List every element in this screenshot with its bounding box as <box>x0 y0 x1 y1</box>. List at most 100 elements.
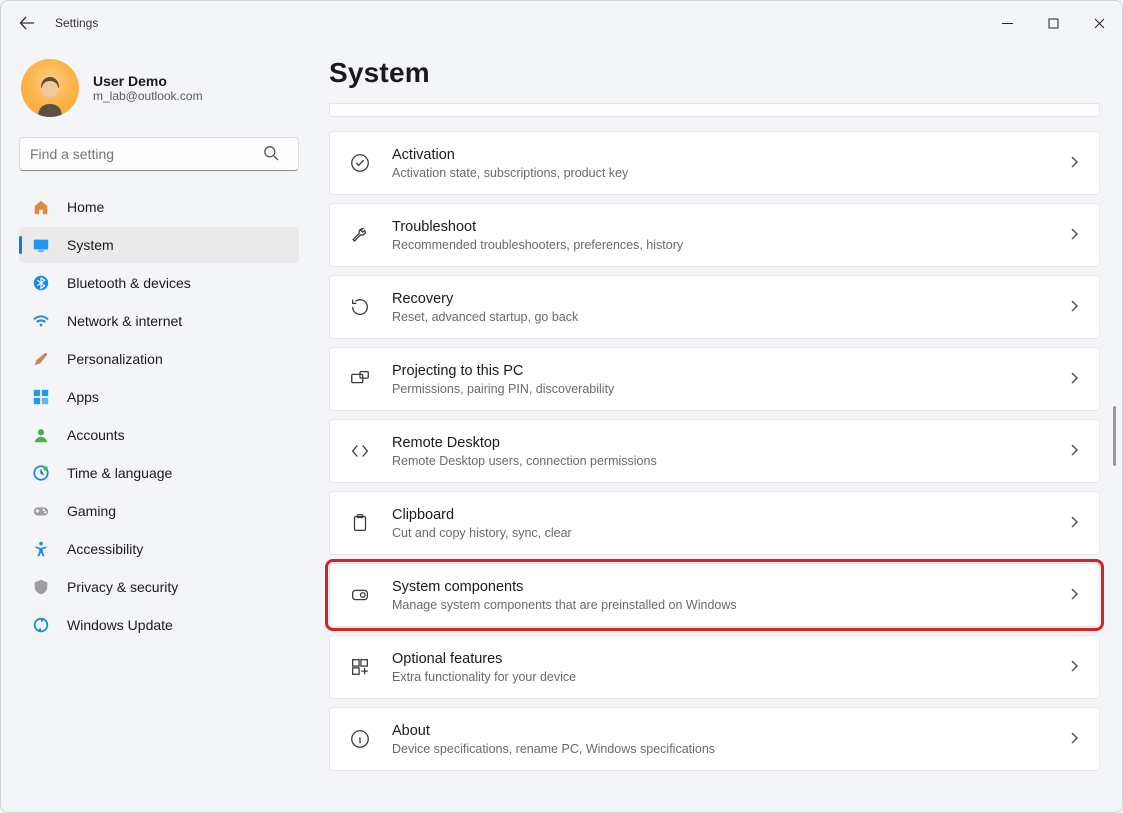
back-button[interactable] <box>15 15 39 31</box>
minimize-button[interactable] <box>984 7 1030 39</box>
card-desc: Device specifications, rename PC, Window… <box>392 742 1047 756</box>
nav-label: Windows Update <box>67 617 173 633</box>
apps-icon <box>31 387 51 407</box>
close-button[interactable] <box>1076 7 1122 39</box>
card-activation[interactable]: Activation Activation state, subscriptio… <box>329 131 1100 195</box>
card-about[interactable]: About Device specifications, rename PC, … <box>329 707 1100 771</box>
nav-bluetooth[interactable]: Bluetooth & devices <box>19 265 299 301</box>
nav-network[interactable]: Network & internet <box>19 303 299 339</box>
nav-home[interactable]: Home <box>19 189 299 225</box>
update-icon <box>31 615 51 635</box>
nav-label: Network & internet <box>67 313 182 329</box>
nav-label: Personalization <box>67 351 163 367</box>
card-partial[interactable] <box>329 103 1100 117</box>
card-title: Remote Desktop <box>392 434 1047 453</box>
clipboard-icon <box>348 511 372 535</box>
card-optional-features[interactable]: Optional features Extra functionality fo… <box>329 635 1100 699</box>
nav-system[interactable]: System <box>19 227 299 263</box>
chevron-right-icon <box>1067 587 1081 604</box>
system-icon <box>31 235 51 255</box>
main-content: System Activation Activation state, subs… <box>311 45 1122 812</box>
card-desc: Reset, advanced startup, go back <box>392 310 1047 324</box>
card-system-components[interactable]: System components Manage system componen… <box>329 563 1100 627</box>
nav-label: System <box>67 237 114 253</box>
card-title: Troubleshoot <box>392 218 1047 237</box>
page-title: System <box>329 57 1100 89</box>
nav-gaming[interactable]: Gaming <box>19 493 299 529</box>
avatar <box>21 59 79 117</box>
card-list: Activation Activation state, subscriptio… <box>329 131 1100 775</box>
card-title: Clipboard <box>392 506 1047 525</box>
nav-apps[interactable]: Apps <box>19 379 299 415</box>
nav-label: Home <box>67 199 104 215</box>
card-title: Recovery <box>392 290 1047 309</box>
nav-label: Apps <box>67 389 99 405</box>
card-title: Activation <box>392 146 1047 165</box>
card-desc: Recommended troubleshooters, preferences… <box>392 238 1047 252</box>
card-desc: Manage system components that are preins… <box>392 598 1047 612</box>
search-box[interactable] <box>19 137 299 171</box>
titlebar: Settings <box>1 1 1122 45</box>
user-name: User Demo <box>93 73 203 89</box>
nav-label: Bluetooth & devices <box>67 275 191 291</box>
card-desc: Remote Desktop users, connection permiss… <box>392 454 1047 468</box>
card-troubleshoot[interactable]: Troubleshoot Recommended troubleshooters… <box>329 203 1100 267</box>
nav-accounts[interactable]: Accounts <box>19 417 299 453</box>
gaming-icon <box>31 501 51 521</box>
card-title: System components <box>392 578 1047 597</box>
sidebar: User Demo m_lab@outlook.com Home System … <box>1 45 311 812</box>
card-title: Projecting to this PC <box>392 362 1047 381</box>
account-icon <box>31 425 51 445</box>
nav-windows-update[interactable]: Windows Update <box>19 607 299 643</box>
card-title: About <box>392 722 1047 741</box>
chevron-right-icon <box>1067 155 1081 172</box>
accessibility-icon <box>31 539 51 559</box>
bluetooth-icon <box>31 273 51 293</box>
remote-icon <box>348 439 372 463</box>
search-input[interactable] <box>19 137 299 171</box>
chevron-right-icon <box>1067 443 1081 460</box>
wifi-icon <box>31 311 51 331</box>
chevron-right-icon <box>1067 731 1081 748</box>
chevron-right-icon <box>1067 299 1081 316</box>
user-profile[interactable]: User Demo m_lab@outlook.com <box>19 59 299 117</box>
search-icon <box>263 145 279 164</box>
chevron-right-icon <box>1067 371 1081 388</box>
card-desc: Activation state, subscriptions, product… <box>392 166 1047 180</box>
maximize-button[interactable] <box>1030 7 1076 39</box>
card-projecting[interactable]: Projecting to this PC Permissions, pairi… <box>329 347 1100 411</box>
scroll-thumb[interactable] <box>1113 406 1116 466</box>
nav-list: Home System Bluetooth & devices Network … <box>19 189 299 643</box>
card-desc: Extra functionality for your device <box>392 670 1047 684</box>
nav-time-language[interactable]: Time & language <box>19 455 299 491</box>
card-title: Optional features <box>392 650 1047 669</box>
nav-personalization[interactable]: Personalization <box>19 341 299 377</box>
card-clipboard[interactable]: Clipboard Cut and copy history, sync, cl… <box>329 491 1100 555</box>
wrench-icon <box>348 223 372 247</box>
scrollbar[interactable] <box>1112 105 1118 788</box>
card-desc: Cut and copy history, sync, clear <box>392 526 1047 540</box>
check-circle-icon <box>348 151 372 175</box>
nav-privacy[interactable]: Privacy & security <box>19 569 299 605</box>
nav-accessibility[interactable]: Accessibility <box>19 531 299 567</box>
nav-label: Time & language <box>67 465 172 481</box>
chevron-right-icon <box>1067 515 1081 532</box>
project-icon <box>348 367 372 391</box>
paint-icon <box>31 349 51 369</box>
user-email: m_lab@outlook.com <box>93 89 203 103</box>
chevron-right-icon <box>1067 659 1081 676</box>
features-icon <box>348 655 372 679</box>
chevron-right-icon <box>1067 227 1081 244</box>
recovery-icon <box>348 295 372 319</box>
nav-label: Gaming <box>67 503 116 519</box>
nav-label: Accessibility <box>67 541 143 557</box>
card-remote-desktop[interactable]: Remote Desktop Remote Desktop users, con… <box>329 419 1100 483</box>
nav-label: Privacy & security <box>67 579 178 595</box>
window-title: Settings <box>55 16 98 30</box>
card-recovery[interactable]: Recovery Reset, advanced startup, go bac… <box>329 275 1100 339</box>
nav-label: Accounts <box>67 427 125 443</box>
components-icon <box>348 583 372 607</box>
shield-icon <box>31 577 51 597</box>
info-icon <box>348 727 372 751</box>
card-desc: Permissions, pairing PIN, discoverabilit… <box>392 382 1047 396</box>
